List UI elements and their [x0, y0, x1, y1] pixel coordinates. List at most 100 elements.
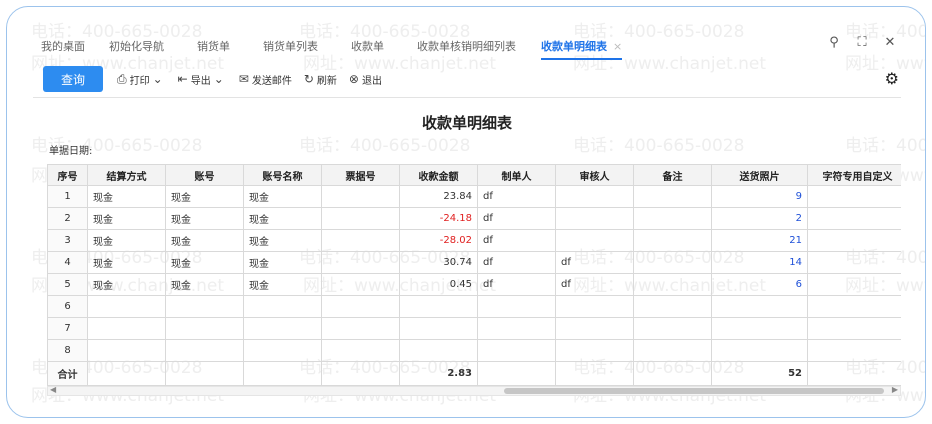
table-row[interactable]: 8: [47, 339, 901, 362]
cell-amount: [399, 317, 478, 340]
cell-account-name: [243, 339, 322, 362]
tab-close-icon[interactable]: ×: [613, 40, 622, 53]
table-row[interactable]: 3 现金 现金 现金 -28.02 df 21: [47, 229, 901, 252]
cell-creator: df: [477, 229, 556, 252]
cell-auditor: df: [555, 273, 634, 296]
cell-remark: [633, 295, 712, 318]
print-button[interactable]: ⎙ 打印 ⌄: [117, 72, 166, 87]
table-row[interactable]: 5 现金 现金 现金 0.45 df df 6: [47, 273, 901, 296]
cell-custom: [807, 185, 901, 208]
col-header-remark[interactable]: 备注: [633, 164, 712, 186]
cell-photos-link[interactable]: [711, 295, 808, 318]
refresh-button[interactable]: ↻ 刷新: [304, 72, 337, 87]
tab-sales-order-list[interactable]: 销货单列表: [263, 38, 318, 54]
cell-seq: 3: [47, 229, 88, 252]
cell-custom: [807, 295, 901, 318]
total-photos: 52: [711, 361, 808, 386]
cell-method: 现金: [87, 251, 166, 274]
col-header-bill-no[interactable]: 票据号: [321, 164, 400, 186]
cell-photos-link[interactable]: 21: [711, 229, 808, 252]
table-row[interactable]: 2 现金 现金 现金 -24.18 df 2: [47, 207, 901, 230]
col-header-photos[interactable]: 送货照片: [711, 164, 808, 186]
col-header-account-name[interactable]: 账号名称: [243, 164, 322, 186]
cell-bill-no: [321, 185, 400, 208]
cell-account: [165, 295, 244, 318]
table-row[interactable]: 1 现金 现金 现金 23.84 df 9: [47, 185, 901, 208]
col-header-custom[interactable]: 字符专用自定义: [807, 164, 901, 186]
cell-method: 现金: [87, 207, 166, 230]
cell-seq: 1: [47, 185, 88, 208]
export-icon: ⇤: [177, 72, 188, 86]
col-header-account[interactable]: 账号: [165, 164, 244, 186]
gear-icon[interactable]: ⚙: [885, 69, 899, 88]
chevron-down-icon: ⌄: [152, 72, 163, 86]
cell-account: 现金: [165, 207, 244, 230]
cell-photos-link[interactable]: 6: [711, 273, 808, 296]
tab-receipt-writeoff-list[interactable]: 收款单核销明细列表: [417, 38, 516, 54]
table-row[interactable]: 7: [47, 317, 901, 340]
toolbar: 查询 ⎙ 打印 ⌄ ⇤ 导出 ⌄ ✉ 发送邮件 ↻ 刷新 ⊗ 退出: [43, 65, 394, 93]
tab-my-desktop[interactable]: 我的桌面: [41, 38, 85, 54]
header-row: 序号 结算方式 账号 账号名称 票据号 收款金额 制单人 审核人 备注 送货照片…: [47, 164, 901, 186]
col-header-seq[interactable]: 序号: [47, 164, 88, 186]
cell-custom: [807, 251, 901, 274]
email-icon: ✉: [238, 72, 249, 86]
col-header-creator[interactable]: 制单人: [477, 164, 556, 186]
data-grid: 序号 结算方式 账号 账号名称 票据号 收款金额 制单人 审核人 备注 送货照片…: [47, 164, 901, 386]
cell-remark: [633, 207, 712, 230]
tab-receipt[interactable]: 收款单: [351, 38, 384, 54]
table-row[interactable]: 4 现金 现金 现金 30.74 df df 14: [47, 251, 901, 274]
cell-creator: [477, 317, 556, 340]
cell-photos-link[interactable]: [711, 317, 808, 340]
col-header-method[interactable]: 结算方式: [87, 164, 166, 186]
cell-remark: [633, 339, 712, 362]
exit-circle-icon: ⊗: [348, 72, 359, 86]
scroll-left-arrow-icon[interactable]: ◀: [50, 385, 56, 394]
cell-account-name: [243, 317, 322, 340]
cell-seq: 8: [47, 339, 88, 362]
cell-account-name: 现金: [243, 251, 322, 274]
cell-custom: [807, 229, 901, 252]
cell-creator: [477, 295, 556, 318]
cell-photos-link[interactable]: 9: [711, 185, 808, 208]
chevron-down-icon: ⌄: [213, 72, 224, 86]
exit-button[interactable]: ⊗ 退出: [349, 72, 382, 87]
cell-creator: df: [477, 207, 556, 230]
cell-photos-link[interactable]: [711, 339, 808, 362]
scrollbar-thumb[interactable]: [504, 388, 884, 394]
tab-receipt-detail[interactable]: 收款单明细表 ×: [541, 38, 623, 60]
cell-custom: [807, 339, 901, 362]
cell-auditor: [555, 339, 634, 362]
cell-auditor: df: [555, 251, 634, 274]
maximize-icon[interactable]: ⛶: [855, 35, 869, 50]
tab-init-nav[interactable]: 初始化导航: [109, 38, 164, 54]
cell-seq: 4: [47, 251, 88, 274]
cell-remark: [633, 273, 712, 296]
cell-amount: [399, 295, 478, 318]
cell-auditor: [555, 295, 634, 318]
report-title: 收款单明细表: [421, 114, 512, 132]
printer-icon: ⎙: [117, 71, 127, 86]
cell-custom: [807, 207, 901, 230]
col-header-amount[interactable]: 收款金额: [399, 164, 478, 186]
cell-photos-link[interactable]: 14: [711, 251, 808, 274]
col-header-auditor[interactable]: 审核人: [555, 164, 634, 186]
cell-creator: df: [477, 273, 556, 296]
cell-account-name: 现金: [243, 273, 322, 296]
tab-sales-order[interactable]: 销货单: [197, 38, 230, 54]
close-icon[interactable]: ✕: [883, 35, 897, 50]
cell-remark: [633, 317, 712, 340]
cell-custom: [807, 317, 901, 340]
cell-bill-no: [321, 251, 400, 274]
horizontal-scrollbar[interactable]: ◀ ▶: [47, 385, 901, 396]
scroll-right-arrow-icon[interactable]: ▶: [892, 385, 898, 394]
send-email-button[interactable]: ✉ 发送邮件: [239, 72, 292, 87]
export-button[interactable]: ⇤ 导出 ⌄: [178, 72, 227, 87]
cell-method: [87, 339, 166, 362]
cell-seq: 6: [47, 295, 88, 318]
cell-photos-link[interactable]: 2: [711, 207, 808, 230]
query-button[interactable]: 查询: [43, 66, 103, 92]
search-icon[interactable]: ⚲: [827, 35, 841, 50]
table-row[interactable]: 6: [47, 295, 901, 318]
cell-bill-no: [321, 207, 400, 230]
